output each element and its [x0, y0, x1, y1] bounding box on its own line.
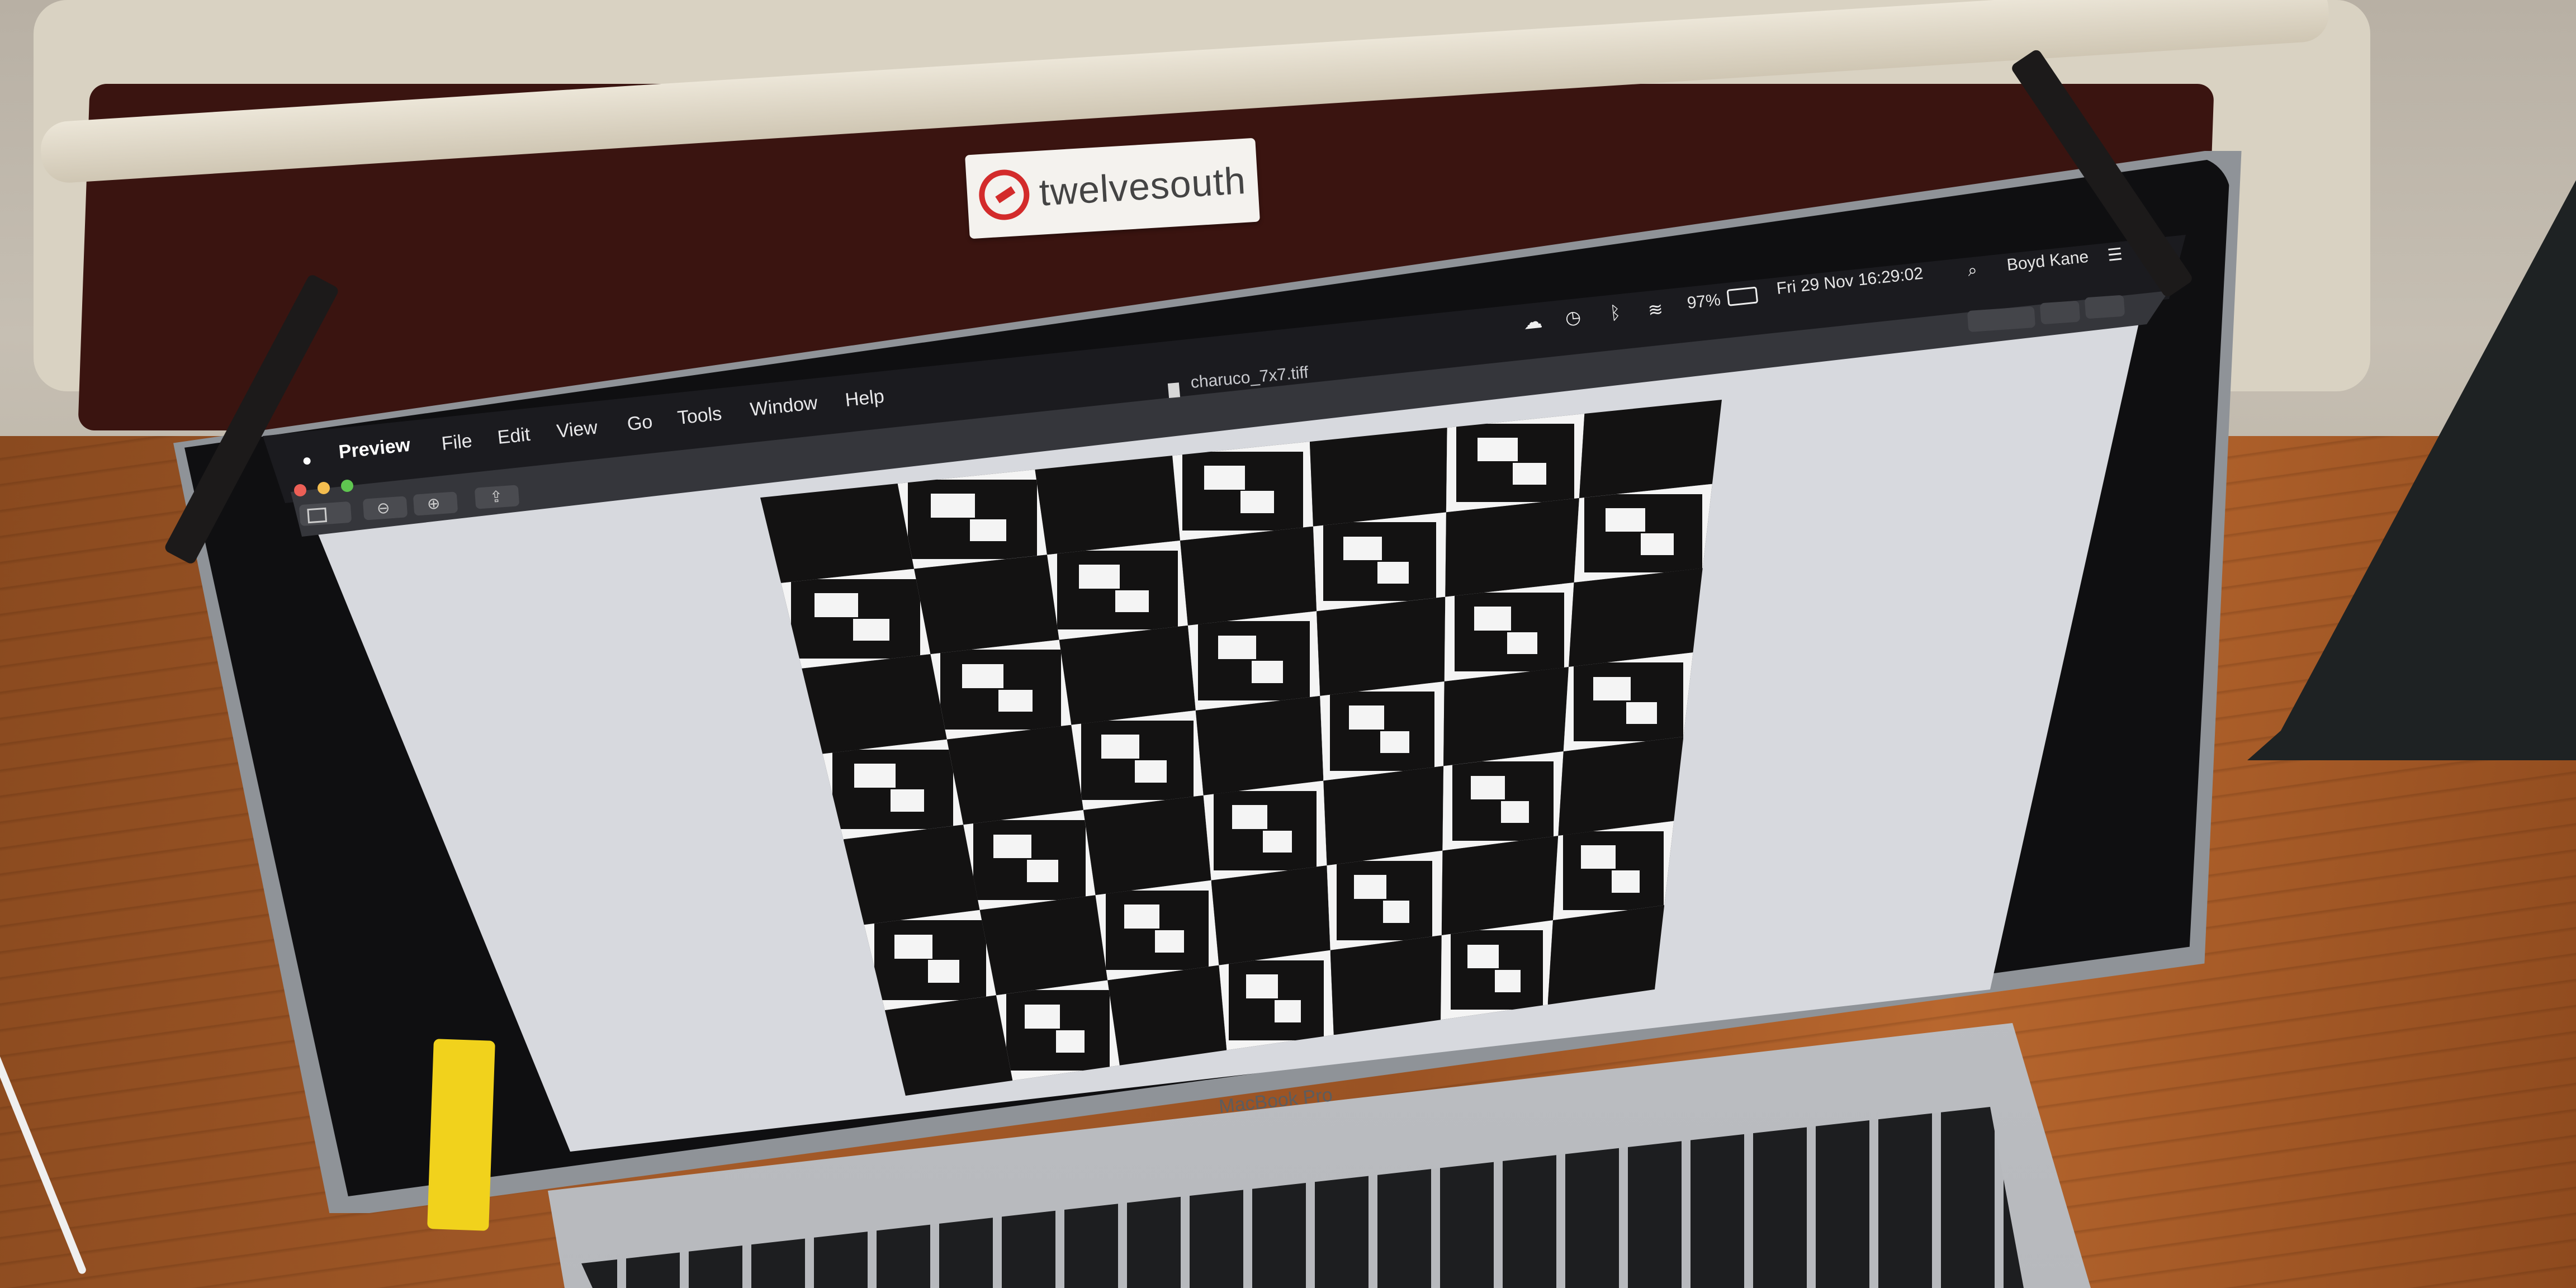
board-black-square	[1569, 568, 1703, 667]
aruco-marker	[1563, 652, 1693, 752]
board-black-square	[760, 484, 915, 583]
aruco-marker	[1574, 484, 1712, 583]
board-black-square	[884, 995, 1013, 1096]
board-black-square	[802, 654, 947, 754]
aruco-marker	[1442, 751, 1564, 851]
aruco-marker	[930, 640, 1072, 740]
aruco-marker	[1203, 780, 1327, 880]
board-black-square	[914, 555, 1059, 655]
board-black-square	[1107, 965, 1227, 1066]
aruco-marker	[1446, 414, 1585, 513]
aruco-marker	[822, 739, 964, 840]
aruco-marker	[864, 910, 997, 1011]
aruco-marker	[1095, 880, 1219, 981]
aruco-marker	[1441, 920, 1553, 1020]
board-black-square	[1317, 596, 1446, 696]
aruco-marker	[1071, 710, 1204, 810]
aruco-marker	[1172, 442, 1313, 541]
usb-drive	[427, 1039, 495, 1231]
board-black-square	[1035, 456, 1180, 555]
board-black-square	[1445, 498, 1579, 597]
aruco-marker	[996, 980, 1120, 1081]
aruco-marker	[1320, 681, 1445, 781]
board-black-square	[1211, 865, 1330, 965]
board-black-square	[1547, 905, 1665, 1005]
board-black-square	[1330, 935, 1442, 1035]
board-black-square	[1309, 428, 1447, 527]
board-black-square	[1195, 695, 1324, 795]
aruco-marker	[1552, 821, 1674, 921]
board-black-square	[946, 724, 1083, 825]
board-black-square	[1443, 667, 1569, 766]
aruco-marker	[1444, 583, 1574, 681]
aruco-marker	[1327, 850, 1443, 950]
board-black-square	[1180, 526, 1317, 626]
board-black-square	[1441, 836, 1559, 935]
aruco-marker	[1187, 611, 1320, 711]
board-black-square	[1059, 625, 1196, 725]
aruco-marker	[1219, 950, 1334, 1050]
board-black-square	[979, 895, 1108, 996]
aruco-marker	[963, 809, 1096, 910]
board-black-square	[1323, 766, 1444, 866]
board-black-square	[843, 825, 980, 925]
board-black-square	[1579, 400, 1722, 499]
board-black-square	[1558, 736, 1684, 836]
aruco-marker	[897, 470, 1048, 569]
board-black-square	[1083, 795, 1211, 896]
aruco-marker	[1313, 512, 1446, 612]
aruco-marker	[1047, 540, 1188, 640]
aruco-marker	[781, 569, 931, 669]
